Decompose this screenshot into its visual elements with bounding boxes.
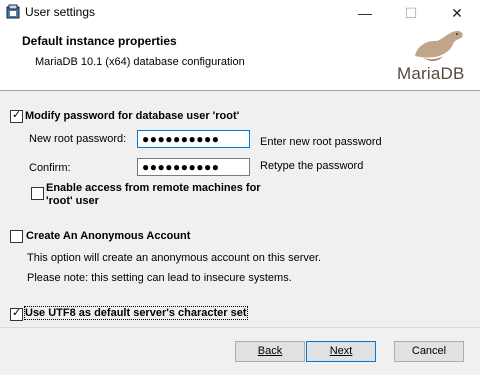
remote-access-checkbox[interactable] xyxy=(31,187,44,200)
modify-password-checkbox[interactable]: ✓ xyxy=(10,109,23,123)
page-subtitle: MariaDB 10.1 (x64) database configuratio… xyxy=(35,56,245,68)
back-button-label: Back xyxy=(257,345,283,357)
back-button[interactable]: Back xyxy=(235,341,305,362)
maximize-button[interactable]: ☐ xyxy=(388,0,434,26)
cancel-button-label: Cancel xyxy=(411,345,447,357)
minimize-button[interactable]: — xyxy=(342,0,388,26)
cancel-button[interactable]: Cancel xyxy=(394,341,464,362)
anonymous-account-checkbox[interactable] xyxy=(10,230,23,243)
next-button-label: Next xyxy=(329,345,353,357)
logo-text: MariaDB xyxy=(397,64,465,83)
next-button[interactable]: Next xyxy=(306,341,376,362)
anonymous-warning: Please note: this setting can lead to in… xyxy=(27,272,292,284)
new-root-password-value: ●●●●●●●●●● xyxy=(142,132,220,146)
checkmark-icon: ✓ xyxy=(12,109,22,121)
confirm-password-label: Confirm: xyxy=(29,162,71,174)
page-title: Default instance properties xyxy=(22,34,177,48)
remote-access-label-line2[interactable]: 'root' user xyxy=(46,195,99,207)
confirm-password-input[interactable]: ●●●●●●●●●● xyxy=(137,158,250,176)
footer-divider xyxy=(0,327,480,328)
title-bar[interactable]: User settings — ☐ ✕ xyxy=(0,0,480,26)
close-button[interactable]: ✕ xyxy=(434,0,480,26)
utf8-label[interactable]: Use UTF8 as default server's character s… xyxy=(24,306,248,320)
checkmark-icon: ✓ xyxy=(12,307,22,319)
new-root-password-hint: Enter new root password xyxy=(260,136,382,148)
confirm-password-value: ●●●●●●●●●● xyxy=(142,160,220,174)
utf8-checkbox[interactable]: ✓ xyxy=(10,307,23,321)
installer-icon xyxy=(6,4,20,19)
window-title: User settings xyxy=(25,5,96,19)
anonymous-description: This option will create an anonymous acc… xyxy=(27,252,322,264)
anonymous-account-label[interactable]: Create An Anonymous Account xyxy=(26,230,190,242)
remote-access-label-line1[interactable]: Enable access from remote machines for xyxy=(46,182,261,194)
new-root-password-label: New root password: xyxy=(29,133,127,145)
wizard-header: Default instance properties MariaDB 10.1… xyxy=(0,26,480,91)
confirm-password-hint: Retype the password xyxy=(260,160,364,172)
new-root-password-input[interactable]: ●●●●●●●●●● xyxy=(137,130,250,148)
modify-password-label[interactable]: Modify password for database user 'root' xyxy=(25,110,239,122)
